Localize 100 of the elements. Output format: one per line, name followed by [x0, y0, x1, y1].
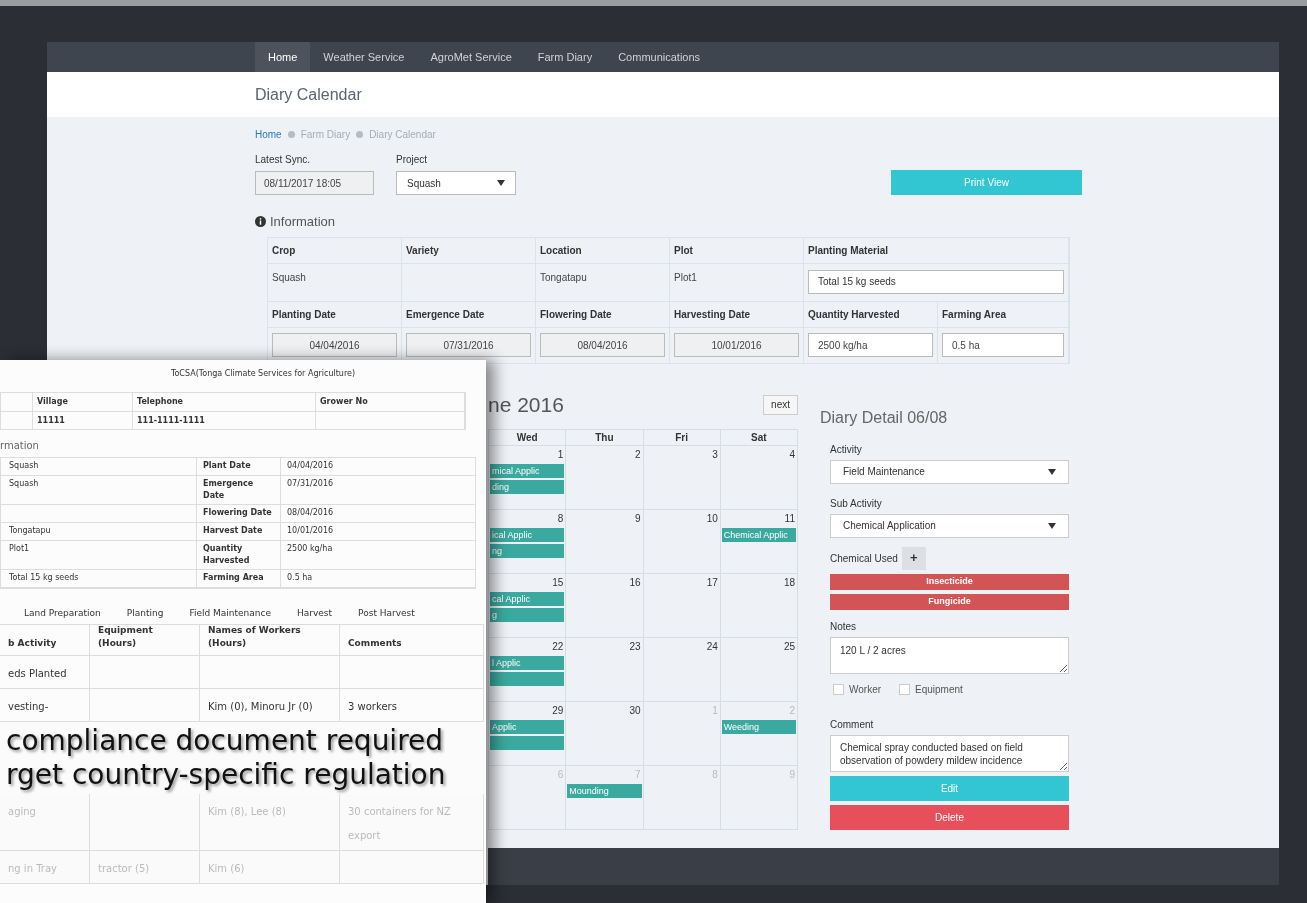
checkbox-option[interactable]: Equipment — [899, 681, 963, 697]
notes-field[interactable]: 120 L / 2 acres — [830, 636, 1069, 674]
stage-tab[interactable]: Planting — [126, 607, 164, 621]
column-header: Location — [536, 237, 670, 264]
column-header: Quantity Harvested — [804, 301, 938, 328]
document-cell: aging — [8, 805, 36, 817]
date-field[interactable]: 07/31/2016 — [406, 333, 531, 357]
checkbox[interactable] — [833, 683, 844, 695]
date-field[interactable]: 10/01/2016 — [674, 333, 799, 357]
field-label: Activity — [830, 442, 863, 457]
date-field[interactable]: 04/04/2016 — [272, 333, 397, 357]
event-bar[interactable] — [490, 735, 565, 750]
delete-button[interactable]: Delete — [830, 804, 1069, 830]
nav-tab[interactable]: Farm Diary — [524, 42, 606, 72]
day-cell[interactable]: 9 — [566, 509, 644, 574]
day-cell[interactable]: 2 — [566, 445, 644, 510]
day-number: 25 — [783, 639, 796, 654]
day-number: 18 — [783, 575, 796, 590]
day-cell[interactable]: 10 — [643, 509, 721, 574]
stage-tab[interactable]: Land Preparation — [24, 607, 101, 621]
date-field[interactable]: 2500 kg/ha — [808, 333, 933, 357]
row-label: Plant Date — [203, 461, 251, 470]
date-field[interactable]: 0.5 ha — [942, 333, 1064, 357]
day-number: 2 — [789, 703, 796, 718]
nav-tab[interactable]: AgroMet Service — [417, 42, 525, 72]
section-title: rmation — [0, 439, 40, 453]
field-label: Latest Sync. — [255, 153, 312, 167]
comment-field[interactable]: Chemical spray conducted based on field observation of powdery mildew incidence — [830, 734, 1069, 772]
stage-tab[interactable]: Field Maintenance — [189, 607, 271, 621]
date-field[interactable]: 08/04/2016 — [540, 333, 665, 357]
weekday-header: Fri — [643, 429, 721, 446]
sync-field[interactable]: 08/11/2017 18:05 — [255, 171, 374, 195]
day-cell[interactable]: 11 Chemical Applic — [720, 509, 798, 574]
column-header: Planting Material — [804, 237, 1069, 264]
next-button[interactable]: next — [763, 394, 798, 415]
weekday-header: Thu — [566, 429, 644, 446]
document-cell: 30 containers for NZ export — [348, 805, 451, 841]
caption-text: rget country-specific regulation — [6, 757, 447, 792]
chemical-tag: Fungicide — [830, 593, 1069, 610]
event-bar[interactable] — [490, 671, 565, 686]
day-number: 24 — [706, 639, 719, 654]
checkbox-option[interactable]: Worker — [833, 681, 882, 697]
nav-tab[interactable]: Communications — [605, 42, 714, 72]
document-cell: 07/31/2016 — [287, 479, 334, 488]
day-number: 3 — [712, 447, 719, 462]
day-cell[interactable]: 4 — [720, 445, 798, 510]
column-header: Emergence Date — [402, 301, 536, 328]
document-cell: Total 15 kg seeds — [9, 573, 79, 582]
field-label: Sub Activity — [830, 496, 883, 511]
column-header: b Activity — [0, 624, 90, 655]
day-cell[interactable]: 25 — [720, 637, 798, 702]
select-field[interactable]: Chemical Application — [830, 513, 1069, 538]
add-button[interactable]: + — [901, 546, 926, 570]
select-field[interactable]: Field Maintenance — [830, 459, 1069, 484]
day-number: 22 — [552, 639, 565, 654]
day-cell[interactable]: 3 — [643, 445, 721, 510]
chemical-tag: Insecticide — [830, 573, 1069, 590]
column-header: Village — [33, 393, 133, 411]
table-cell: Squash — [268, 263, 402, 302]
stage-tab[interactable]: Harvest — [297, 607, 333, 621]
row-label: Emergence Date — [203, 479, 254, 500]
page-title: Diary Calendar — [255, 84, 362, 105]
day-cell[interactable]: 23 — [566, 637, 644, 702]
nav-tab[interactable]: Home — [255, 42, 311, 72]
column-header: Plot — [670, 237, 804, 264]
field-label: Comment — [830, 717, 875, 732]
column-header: Planting Date — [268, 301, 402, 328]
breadcrumb-item: Farm Diary — [300, 128, 351, 142]
document-cell: Kim (6) — [208, 862, 245, 874]
day-cell[interactable]: 17 — [643, 573, 721, 638]
day-cell[interactable]: 30 — [566, 701, 644, 766]
document-cell: 08/04/2016 — [287, 508, 334, 517]
column-header: Comments — [340, 624, 484, 655]
field-label: Chemical Used — [830, 551, 898, 566]
day-number: 4 — [789, 447, 796, 462]
project-select[interactable]: Squash — [396, 171, 516, 195]
day-number: 8 — [557, 511, 565, 526]
column-header: Harvesting Date — [670, 301, 804, 328]
checkbox[interactable] — [899, 683, 911, 695]
day-cell[interactable]: 29 Applic — [489, 701, 567, 766]
input-field[interactable]: Total 15 kg seeds — [808, 269, 1064, 294]
day-cell[interactable]: 16 — [566, 573, 644, 638]
column-header: Farming Area — [938, 301, 1069, 328]
day-cell[interactable]: 18 — [720, 573, 798, 638]
stage-tab[interactable]: Post Harvest — [358, 607, 415, 621]
column-header: Equipment (Hours) — [90, 624, 200, 655]
weekday-header: Sat — [720, 429, 798, 446]
document-cell: Tongatapu — [9, 526, 51, 535]
nav-tab[interactable]: Weather Service — [310, 42, 418, 72]
calendar-title: ne 2016 — [488, 391, 564, 418]
day-cell[interactable]: 24 — [643, 637, 721, 702]
document-cell: 10/01/2016 — [287, 526, 334, 535]
breadcrumb-item[interactable]: Home — [255, 127, 282, 142]
caret-icon — [1048, 522, 1056, 529]
document-cell: eds Planted — [8, 667, 67, 679]
day-number: 1 — [557, 447, 565, 462]
row-label: Farming Area — [203, 573, 264, 582]
document-cell: tractor (5) — [98, 862, 150, 874]
day-cell[interactable]: 22 l Applic — [489, 637, 567, 702]
column-header: Variety — [402, 237, 536, 264]
